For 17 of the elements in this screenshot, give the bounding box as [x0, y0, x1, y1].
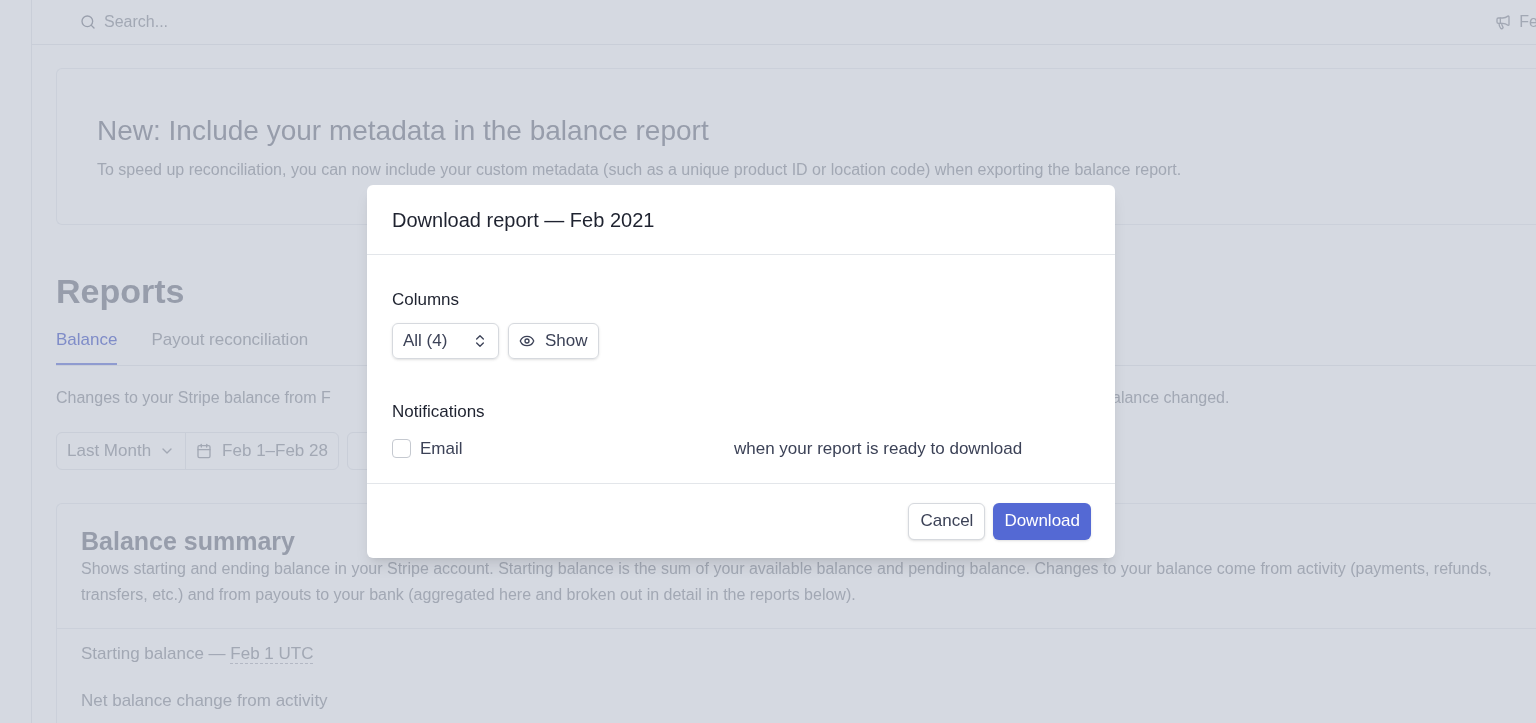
- cancel-button[interactable]: Cancel: [908, 502, 986, 540]
- page-title: Reports: [56, 271, 185, 311]
- email-checkbox[interactable]: [392, 439, 411, 459]
- download-button[interactable]: Download: [993, 502, 1091, 540]
- columns-label: Columns: [392, 289, 461, 311]
- report-tab[interactable]: Balance: [56, 327, 118, 365]
- email-label: Email: [420, 438, 464, 460]
- notifications-label: Notifications: [392, 400, 486, 423]
- search-icon: [80, 14, 96, 30]
- show-button[interactable]: Show: [508, 322, 599, 359]
- columns-select[interactable]: All (4): [392, 322, 499, 359]
- summary-title: Balance summary: [81, 525, 295, 556]
- megaphone-icon: [1495, 14, 1512, 30]
- dialog-title: Download report — Feb 2021: [367, 185, 1115, 255]
- calendar-icon: [196, 442, 213, 459]
- email-hint: when your report is ready to download: [734, 438, 1023, 460]
- banner-title: New: Include your metadata in the balance report: [97, 114, 709, 148]
